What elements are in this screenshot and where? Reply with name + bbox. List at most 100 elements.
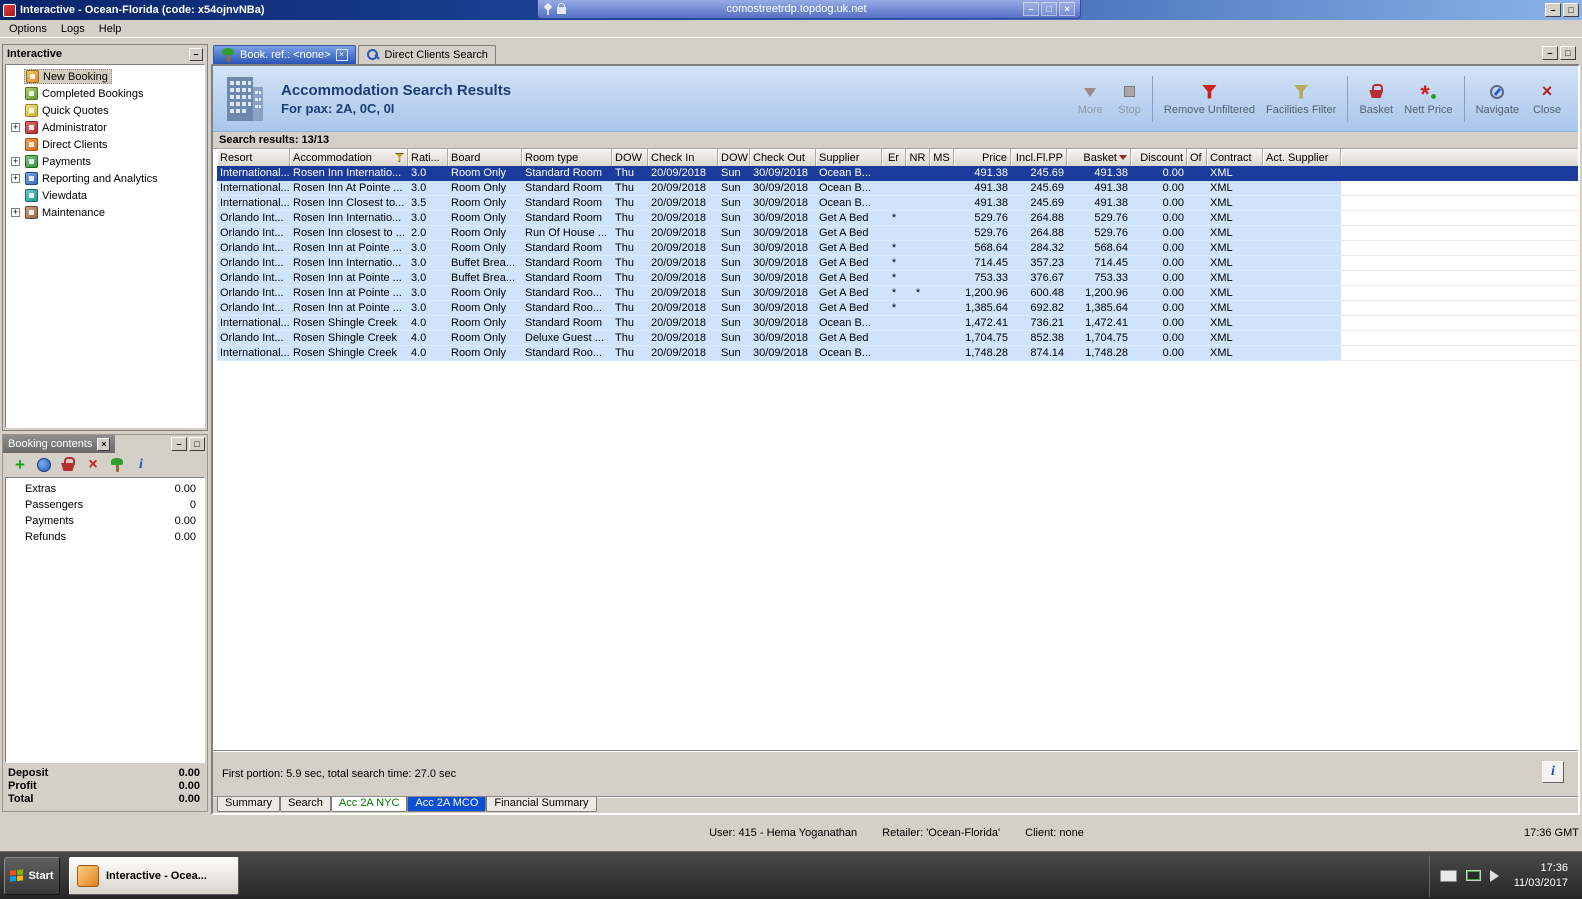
table-row[interactable]: Orlando Int... Rosen Inn at Pointe ... 3.0… bbox=[217, 241, 1578, 256]
menu-item[interactable]: Help bbox=[92, 21, 129, 37]
menu-item[interactable]: Options bbox=[2, 21, 54, 37]
tree-expander-icon[interactable]: + bbox=[11, 157, 20, 166]
column-header-dow[interactable]: DOW bbox=[612, 149, 648, 166]
column-header-dow[interactable]: DOW bbox=[718, 149, 750, 166]
toolbar-button-label: Stop bbox=[1118, 103, 1141, 116]
keyboard-icon[interactable] bbox=[1439, 869, 1457, 882]
column-header-price[interactable]: Price bbox=[954, 149, 1011, 166]
view-tab[interactable]: Search bbox=[280, 797, 331, 812]
column-header-of[interactable]: Of bbox=[1187, 149, 1207, 166]
column-header-basket[interactable]: Basket bbox=[1067, 149, 1131, 166]
table-row[interactable]: Orlando Int... Rosen Inn Internatio... 3.0… bbox=[217, 256, 1578, 271]
table-row[interactable]: International... Rosen Inn Closest to... 3… bbox=[217, 196, 1578, 211]
taskbar-app-button[interactable]: Interactive - Ocea... bbox=[69, 856, 239, 895]
sidebar-item[interactable]: New Booking bbox=[6, 68, 204, 85]
add-icon[interactable] bbox=[12, 457, 28, 473]
toolbar-button[interactable]: Remove Unfiltered bbox=[1164, 76, 1255, 122]
toolbar-button[interactable]: Facilities Filter bbox=[1266, 75, 1349, 122]
network-icon[interactable] bbox=[1465, 870, 1481, 881]
toolbar-button[interactable]: More bbox=[1073, 76, 1107, 122]
sidebar-item[interactable]: + Administrator bbox=[6, 119, 204, 136]
info-button[interactable]: i bbox=[1542, 761, 1564, 783]
table-row[interactable]: International... Rosen Shingle Creek 4.0 Ro… bbox=[217, 346, 1578, 361]
column-header-room-type[interactable]: Room type bbox=[522, 149, 612, 166]
delete-icon[interactable] bbox=[85, 457, 101, 473]
document-tab[interactable]: Direct Clients Search bbox=[357, 45, 496, 64]
sidebar-item[interactable]: + Reporting and Analytics bbox=[6, 170, 204, 187]
basket-icon[interactable] bbox=[60, 457, 76, 472]
toolbar-button[interactable]: Close bbox=[1530, 76, 1564, 122]
column-header-contract[interactable]: Contract bbox=[1207, 149, 1263, 166]
tree-expander-icon[interactable]: + bbox=[11, 123, 20, 132]
view-tab[interactable]: Acc 2A NYC bbox=[330, 797, 408, 812]
column-header-check-out[interactable]: Check Out bbox=[750, 149, 816, 166]
window-minimize-button[interactable] bbox=[1545, 3, 1561, 17]
table-row[interactable]: Orlando Int... Rosen Inn closest to ... 2.… bbox=[217, 226, 1578, 241]
sidebar-item[interactable]: Quick Quotes bbox=[6, 102, 204, 119]
toolbar-icon bbox=[1124, 86, 1136, 97]
column-header-rati[interactable]: Rati... bbox=[408, 149, 448, 166]
column-header-ms[interactable]: MS bbox=[930, 149, 954, 166]
toolbar-button[interactable]: Navigate bbox=[1476, 76, 1519, 122]
mdi-minimize-button[interactable] bbox=[1542, 46, 1558, 60]
column-header-discount[interactable]: Discount bbox=[1131, 149, 1187, 166]
rdp-restore-button[interactable] bbox=[1041, 2, 1057, 16]
column-header-act-supplier[interactable]: Act. Supplier bbox=[1263, 149, 1341, 166]
table-row[interactable]: Orlando Int... Rosen Inn at Pointe ... 3.0… bbox=[217, 301, 1578, 316]
view-tab[interactable]: Financial Summary bbox=[486, 797, 597, 812]
panel-restore-button[interactable] bbox=[189, 437, 205, 451]
table-row[interactable]: Orlando Int... Rosen Shingle Creek 4.0 Room… bbox=[217, 331, 1578, 346]
table-row[interactable]: International... Rosen Inn At Pointe ... 3… bbox=[217, 181, 1578, 196]
table-row[interactable]: International... Rosen Inn Internatio... 3… bbox=[217, 166, 1578, 181]
sidebar-item[interactable]: + Maintenance bbox=[6, 204, 204, 221]
table-cell: Sun bbox=[718, 346, 750, 361]
volume-icon[interactable] bbox=[1489, 869, 1505, 882]
sidebar-item[interactable]: + Payments bbox=[6, 153, 204, 170]
table-cell: Sun bbox=[718, 286, 750, 301]
start-button[interactable]: Start bbox=[4, 856, 60, 895]
tab-close-icon[interactable] bbox=[335, 49, 348, 61]
panel-minimize-button[interactable] bbox=[171, 437, 187, 451]
tree-expander-icon[interactable]: + bbox=[11, 208, 20, 217]
mdi-restore-button[interactable] bbox=[1560, 46, 1576, 60]
column-header-accommodation[interactable]: Accommodation bbox=[290, 149, 408, 166]
toolbar-button[interactable]: Stop bbox=[1118, 75, 1153, 122]
table-row[interactable]: Orlando Int... Rosen Inn at Pointe ... 3.0… bbox=[217, 271, 1578, 286]
filter-icon[interactable] bbox=[395, 153, 404, 162]
rdp-connection-bar[interactable]: comostreetrdp.topdog.uk.net bbox=[537, 0, 1081, 19]
table-cell: Sun bbox=[718, 181, 750, 196]
table-row[interactable]: Orlando Int... Rosen Inn Internatio... 3.0… bbox=[217, 211, 1578, 226]
column-header-nr[interactable]: NR bbox=[906, 149, 930, 166]
column-header-resort[interactable]: Resort bbox=[217, 149, 290, 166]
document-tab[interactable]: Book. ref.: <none> bbox=[213, 45, 356, 64]
sidebar-item[interactable]: Viewdata bbox=[6, 187, 204, 204]
tree-expander-icon[interactable]: + bbox=[11, 174, 20, 183]
column-header-board[interactable]: Board bbox=[448, 149, 522, 166]
pin-icon[interactable] bbox=[543, 3, 553, 15]
rdp-close-button[interactable] bbox=[1059, 2, 1075, 16]
world-icon[interactable] bbox=[37, 457, 51, 472]
panel-close-icon[interactable] bbox=[97, 437, 111, 451]
sidebar-item-label: Maintenance bbox=[42, 206, 105, 219]
table-cell: Get A Bed bbox=[816, 211, 882, 226]
table-row[interactable]: International... Rosen Shingle Creek 4.0 Ro… bbox=[217, 316, 1578, 331]
column-header-incl-fl-pp[interactable]: Incl.Fl.PP bbox=[1011, 149, 1067, 166]
column-header-er[interactable]: Er bbox=[882, 149, 906, 166]
view-tab[interactable]: Summary bbox=[217, 797, 281, 812]
toolbar-button[interactable]: Basket bbox=[1359, 76, 1393, 122]
booking-contents-tab[interactable]: Booking contents bbox=[3, 435, 116, 453]
toolbar-button[interactable]: Nett Price bbox=[1404, 75, 1465, 122]
rdp-minimize-button[interactable] bbox=[1023, 2, 1039, 16]
window-maximize-button[interactable] bbox=[1563, 3, 1579, 17]
palm-icon[interactable] bbox=[110, 457, 124, 472]
table-cell: Orlando Int... bbox=[217, 226, 290, 241]
table-row[interactable]: Orlando Int... Rosen Inn at Pointe ... 3.0… bbox=[217, 286, 1578, 301]
view-tab[interactable]: Acc 2A MCO bbox=[407, 797, 487, 812]
info-icon[interactable] bbox=[133, 457, 149, 473]
sidebar-item[interactable]: Direct Clients bbox=[6, 136, 204, 153]
column-header-supplier[interactable]: Supplier bbox=[816, 149, 882, 166]
panel-collapse-button[interactable] bbox=[189, 47, 203, 61]
column-header-check-in[interactable]: Check In bbox=[648, 149, 718, 166]
menu-item[interactable]: Logs bbox=[54, 21, 92, 37]
sidebar-item[interactable]: Completed Bookings bbox=[6, 85, 204, 102]
